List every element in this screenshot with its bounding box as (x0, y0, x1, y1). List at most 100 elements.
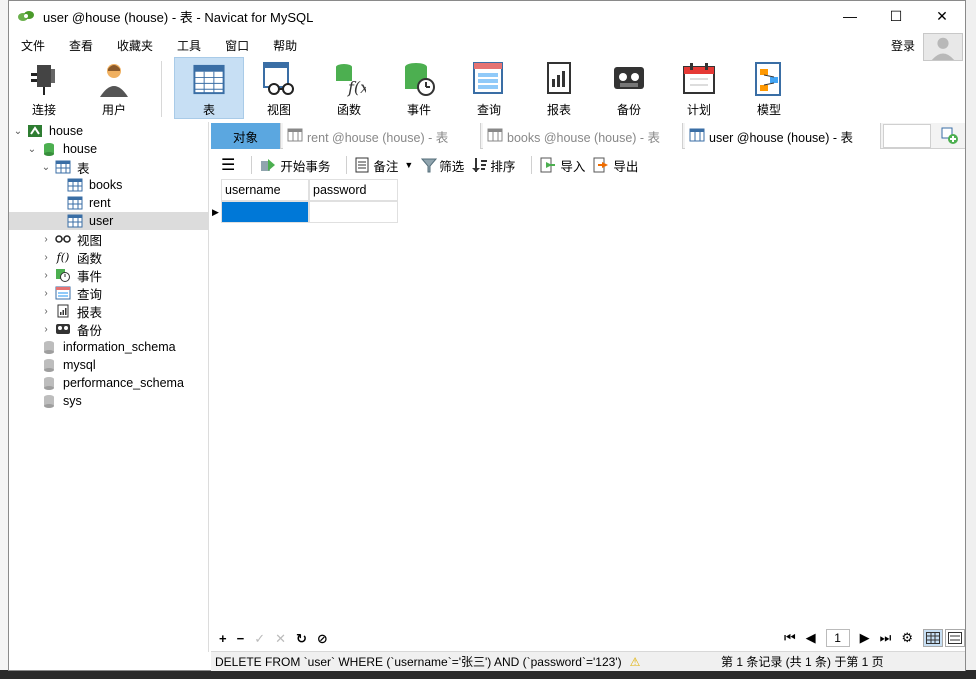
delete-record-button[interactable]: − (237, 631, 245, 647)
sort-label: 排序 (490, 159, 516, 174)
report-button[interactable]: 报表 (524, 57, 594, 119)
last-sql-statement: DELETE FROM `user` WHERE (`username`='张三… (215, 655, 622, 669)
settings-gear-icon[interactable]: ⚙ (901, 630, 913, 646)
tree-database-mysql[interactable]: mysql (41, 356, 96, 374)
memo-button[interactable]: 备注 ▼ (355, 156, 413, 175)
memo-label: 备注 (373, 159, 399, 174)
tree-reports-group[interactable]: › 报表 (41, 302, 102, 320)
chevron-down-icon[interactable]: ⌄ (41, 162, 51, 173)
maximize-button[interactable]: ☐ (873, 1, 919, 31)
tree-functions-group[interactable]: › f() 函数 (41, 248, 102, 266)
stop-button[interactable]: ⊘ (317, 631, 328, 647)
new-tab-button[interactable] (939, 125, 961, 147)
menu-icon[interactable]: ☰ (221, 155, 235, 175)
grid-view-button[interactable] (923, 629, 943, 647)
export-button[interactable]: 导出 (593, 156, 638, 175)
backup-icon (614, 67, 644, 89)
function-icon: f() (56, 250, 70, 264)
chevron-down-icon[interactable]: ▼ (404, 160, 413, 170)
menu-window[interactable]: 窗口 (213, 37, 261, 54)
refresh-button[interactable]: ↻ (296, 631, 307, 647)
menu-view[interactable]: 查看 (57, 37, 105, 54)
backup-button[interactable]: 备份 (594, 57, 664, 119)
report-icon (55, 304, 71, 318)
tree-views-group[interactable]: › 视图 (41, 230, 102, 248)
tree-database-house[interactable]: ⌄ house (27, 140, 97, 158)
menu-tools[interactable]: 工具 (165, 37, 213, 54)
warning-icon[interactable]: ⚠ (630, 655, 641, 669)
grid-cell-username[interactable] (221, 201, 309, 223)
function-button[interactable]: f(x) 函数 (314, 57, 384, 119)
query-button[interactable]: 查询 (454, 57, 524, 119)
begin-transaction-button[interactable]: 开始事务 (260, 156, 330, 175)
first-page-button[interactable]: ⏮ (784, 630, 796, 646)
tree-table-user[interactable]: user (9, 212, 208, 230)
desktop-background-left (0, 0, 8, 679)
chevron-right-icon[interactable]: › (41, 252, 51, 263)
user-button[interactable]: 用户 (79, 57, 149, 119)
sort-button[interactable]: 排序 (472, 156, 515, 175)
title-bar: user @house (house) - 表 - Navicat for My… (9, 1, 965, 31)
next-page-button[interactable]: ▶ (860, 630, 870, 646)
apply-changes-button[interactable]: ✓ (254, 631, 265, 647)
import-icon (540, 157, 556, 173)
close-button[interactable]: ✕ (919, 1, 965, 31)
tree-database-sys[interactable]: sys (41, 392, 82, 410)
tree-events-group[interactable]: › 事件 (41, 266, 102, 284)
tree-connection-house[interactable]: ⌄ house (13, 122, 83, 140)
tree-group-label: 事件 (77, 269, 103, 284)
tab-objects[interactable]: 对象 (211, 123, 281, 149)
chevron-right-icon[interactable]: › (41, 270, 51, 281)
tree-backups-group[interactable]: › 备份 (41, 320, 102, 338)
tab-user[interactable]: user @house (house) - 表 (685, 123, 881, 149)
model-label: 模型 (756, 103, 781, 117)
menu-favorites[interactable]: 收藏夹 (105, 37, 165, 54)
view-icon (263, 62, 294, 95)
minimize-button[interactable]: — (827, 1, 873, 31)
chevron-right-icon[interactable]: › (41, 288, 51, 299)
tree-queries-group[interactable]: › 查询 (41, 284, 102, 302)
tab-rent[interactable]: rent @house (house) - 表 (283, 123, 481, 149)
column-header-username[interactable]: username (221, 179, 309, 201)
chevron-right-icon[interactable]: › (41, 324, 51, 335)
navigation-tree: ⌄ house ⌄ house ⌄ 表 books rent user › 视图… (9, 122, 209, 652)
grid-header-row: username password (221, 179, 398, 201)
table-button[interactable]: 表 (174, 57, 244, 119)
chevron-down-icon[interactable]: ⌄ (13, 126, 23, 137)
data-grid: username password ▶ (212, 179, 398, 223)
form-view-button[interactable] (945, 629, 965, 647)
tree-tables-group[interactable]: ⌄ 表 (41, 158, 90, 176)
connect-button[interactable]: 连接 (9, 57, 79, 119)
menu-bar: 文件 查看 收藏夹 工具 窗口 帮助 登录 (9, 33, 965, 57)
page-number-input[interactable]: 1 (825, 629, 850, 647)
tree-database-performance-schema[interactable]: performance_schema (41, 374, 184, 392)
schedule-button[interactable]: 计划 (664, 57, 734, 119)
event-button[interactable]: 事件 (384, 57, 454, 119)
menu-help[interactable]: 帮助 (261, 37, 309, 54)
column-header-password[interactable]: password (309, 179, 398, 201)
schedule-icon (683, 63, 715, 94)
tree-table-rent[interactable]: rent (67, 194, 111, 212)
import-button[interactable]: 导入 (540, 156, 585, 175)
login-link[interactable]: 登录 (891, 37, 915, 54)
view-button[interactable]: 视图 (244, 57, 314, 119)
tree-database-information-schema[interactable]: information_schema (41, 338, 176, 356)
chevron-right-icon[interactable]: › (41, 306, 51, 317)
schedule-label: 计划 (686, 103, 711, 117)
add-record-button[interactable]: + (219, 631, 227, 647)
tab-books[interactable]: books @house (house) - 表 (483, 123, 683, 149)
navicat-logo-icon (18, 11, 34, 21)
tree-table-books[interactable]: books (67, 176, 122, 194)
add-tab-icon (941, 127, 958, 144)
discard-changes-button[interactable]: ✕ (275, 631, 286, 647)
chevron-right-icon[interactable]: › (41, 234, 51, 245)
grid-cell-password[interactable] (309, 201, 398, 223)
database-icon (41, 142, 57, 156)
chevron-down-icon[interactable]: ⌄ (27, 144, 37, 155)
menu-file[interactable]: 文件 (9, 37, 57, 54)
last-page-button[interactable]: ⏭ (880, 630, 892, 646)
model-button[interactable]: 模型 (734, 57, 804, 119)
filter-button[interactable]: 筛选 (421, 156, 464, 175)
previous-page-button[interactable]: ◀ (806, 630, 816, 646)
function-icon: f(x) (336, 64, 366, 97)
